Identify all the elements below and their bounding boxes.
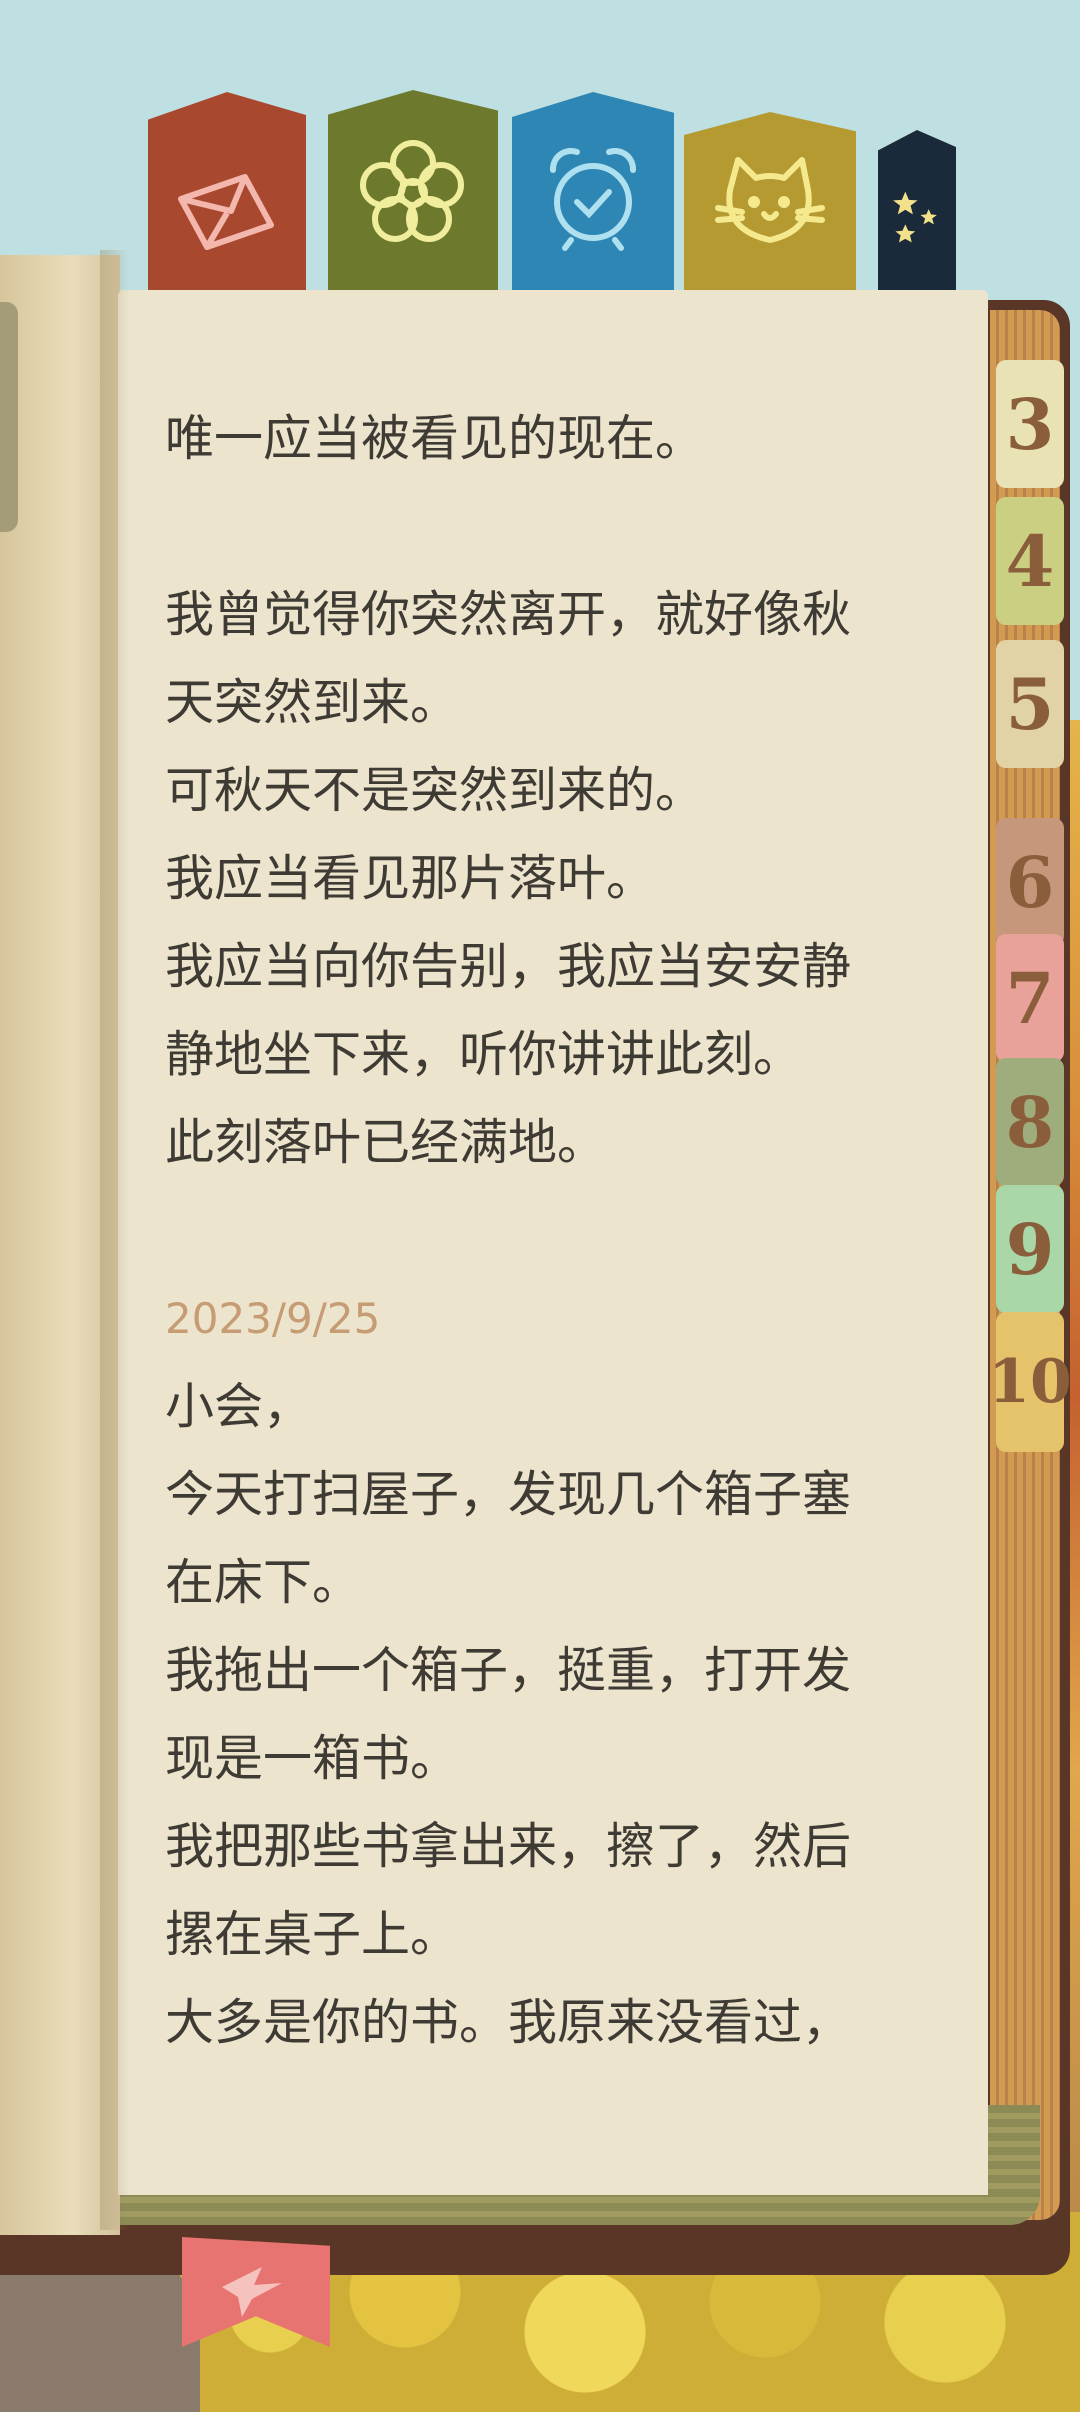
- text-line: 在床下。: [165, 1554, 362, 1611]
- text-line: 唯一应当被看见的现在。: [165, 410, 705, 467]
- tab-page-5[interactable]: 5: [996, 640, 1064, 768]
- left-page-tab[interactable]: [0, 302, 18, 532]
- entry-date: 2023/9/25: [165, 1294, 381, 1343]
- tab-page-10[interactable]: 10: [988, 1312, 1072, 1452]
- tab-label: 3: [1005, 382, 1055, 466]
- tab-label: 5: [1005, 662, 1055, 746]
- tab-page-8[interactable]: 8: [996, 1058, 1064, 1186]
- text-line: 摞在桌子上。: [165, 1906, 460, 1963]
- tab-page-6[interactable]: 6: [996, 818, 1064, 946]
- text-line: 我曾觉得你突然离开，就好像秋: [165, 586, 852, 643]
- tab-label: 6: [1005, 840, 1055, 924]
- flower-icon: [360, 139, 464, 242]
- text-line: 此刻落叶已经满地。: [165, 1114, 607, 1171]
- page-gutter-shadow: [100, 250, 130, 2230]
- text-line: 我应当看见那片落叶。: [165, 850, 656, 907]
- tab-page-3[interactable]: 3: [996, 360, 1064, 488]
- alarm-clock-icon: [549, 147, 637, 251]
- text-line: 今天打扫屋子，发现几个箱子塞: [165, 1466, 852, 1523]
- tab-page-9[interactable]: 9: [996, 1185, 1064, 1313]
- tab-label: 8: [1005, 1080, 1055, 1164]
- tab-label: 10: [988, 1347, 1072, 1417]
- tab-page-7[interactable]: 7: [996, 934, 1064, 1062]
- tab-label: 7: [1005, 956, 1055, 1040]
- tab-label: 9: [1005, 1207, 1055, 1291]
- text-line: 我拖出一个箱子，挺重，打开发: [165, 1642, 852, 1699]
- envelope-icon: [178, 174, 274, 250]
- text-line: 静地坐下来，听你讲讲此刻。: [165, 1026, 803, 1083]
- text-line: 我把那些书拿出来，擦了，然后: [165, 1818, 852, 1875]
- diary-text: 唯一应当被看见的现在。 我曾觉得你突然离开，就好像秋 天突然到来。 可秋天不是突…: [165, 395, 925, 2067]
- tab-page-4[interactable]: 4: [996, 497, 1064, 625]
- text-line: 大多是你的书。我原来没看过，: [165, 1994, 852, 2051]
- text-line: 可秋天不是突然到来的。: [165, 762, 705, 819]
- text-line: 现是一箱书。: [165, 1730, 460, 1787]
- text-line: 小会，: [165, 1378, 313, 1435]
- tab-label: 4: [1005, 519, 1055, 603]
- text-line: 我应当向你告别，我应当安安静: [165, 938, 852, 995]
- stars-icon: [893, 191, 937, 243]
- text-line: 天突然到来。: [165, 674, 460, 731]
